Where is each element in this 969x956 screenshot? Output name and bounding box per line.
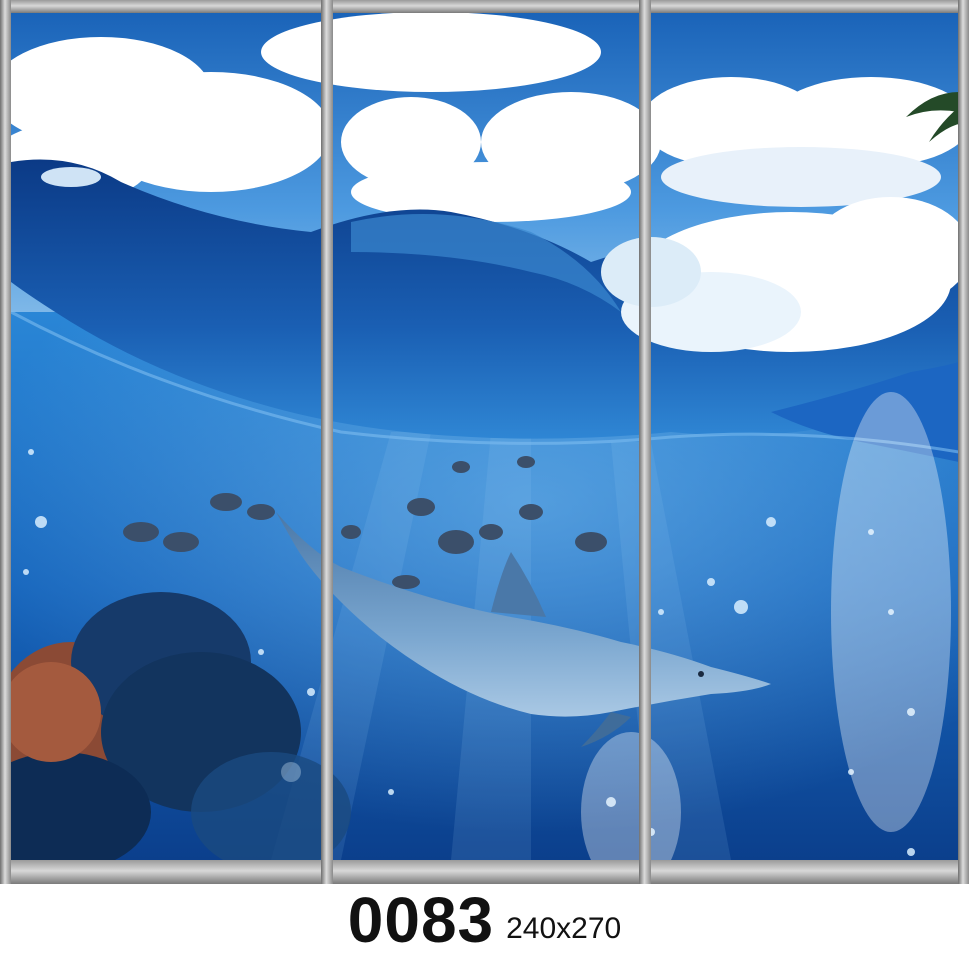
- scene-artwork: [11, 12, 959, 860]
- bottom-rail: [0, 860, 969, 884]
- underwater-dolphin-image: [11, 12, 959, 860]
- right-post: [958, 0, 969, 884]
- divider-post-1: [321, 0, 333, 884]
- product-size: 240x270: [506, 912, 622, 945]
- divider-post-2: [639, 0, 651, 884]
- left-post: [0, 0, 11, 884]
- caption: 0083 240x270: [0, 886, 969, 952]
- product-code: 0083: [347, 884, 495, 956]
- wardrobe-door-preview: [0, 0, 969, 886]
- top-rail: [0, 0, 969, 13]
